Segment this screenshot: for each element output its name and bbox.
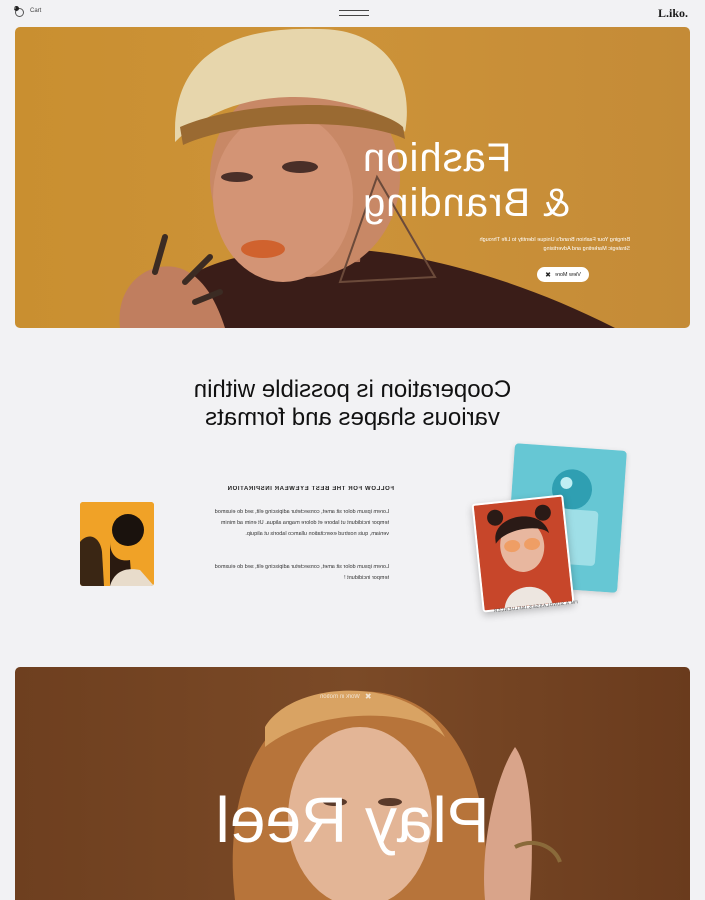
view-more-label: View More: [554, 271, 581, 278]
woman-sunglasses-illustration: [473, 496, 573, 611]
cooperation-line1: Cooperation is possible within: [193, 376, 512, 403]
silhouette-figures: [80, 502, 154, 586]
profile-thumbnail-image[interactable]: [80, 502, 154, 586]
cooperation-line2: various shapes and formats: [205, 404, 500, 431]
work-in-motion-label: Work in motion: [320, 693, 360, 700]
play-reel-title[interactable]: Play Reel: [215, 784, 490, 856]
eyewear-paragraph-1: Lorem ipsum dolor sit amet, consectetur …: [214, 509, 389, 537]
hero-title-line1: Fashion: [362, 136, 512, 180]
cooperation-heading: Cooperation is possible within various s…: [150, 376, 555, 432]
work-in-motion-badge[interactable]: Work in motion ✖: [320, 692, 372, 701]
cart-count-badge: 0: [14, 6, 19, 11]
close-icon: ✖: [364, 692, 372, 701]
eyewear-paragraph-2: Lorem ipsum dolor sit amet, consectetur …: [214, 564, 389, 581]
influencer-card-image[interactable]: [471, 494, 575, 613]
hamburger-menu-icon[interactable]: [339, 10, 369, 16]
hero-title: Fashion & Branding: [362, 136, 662, 226]
cart-icon: 0: [14, 6, 24, 17]
close-icon: ✖: [545, 271, 551, 279]
top-bar: 0 Cart L.iko.: [0, 0, 705, 26]
hero-description: Bringing Your Fashion Brand's Unique Ide…: [479, 237, 630, 252]
hero-title-line2: & Branding: [362, 181, 570, 225]
hero-banner: Fashion & Branding Bringing Your Fashion…: [15, 27, 690, 328]
view-more-button[interactable]: ✖ View More: [537, 267, 589, 282]
cart-button[interactable]: 0 Cart: [14, 6, 42, 17]
eyewear-heading: FOLLOW FOR THE BEST EYEWEAR INSPIRATION: [227, 486, 394, 492]
cart-label: Cart: [30, 8, 42, 14]
brand-logo[interactable]: L.iko.: [658, 6, 688, 21]
